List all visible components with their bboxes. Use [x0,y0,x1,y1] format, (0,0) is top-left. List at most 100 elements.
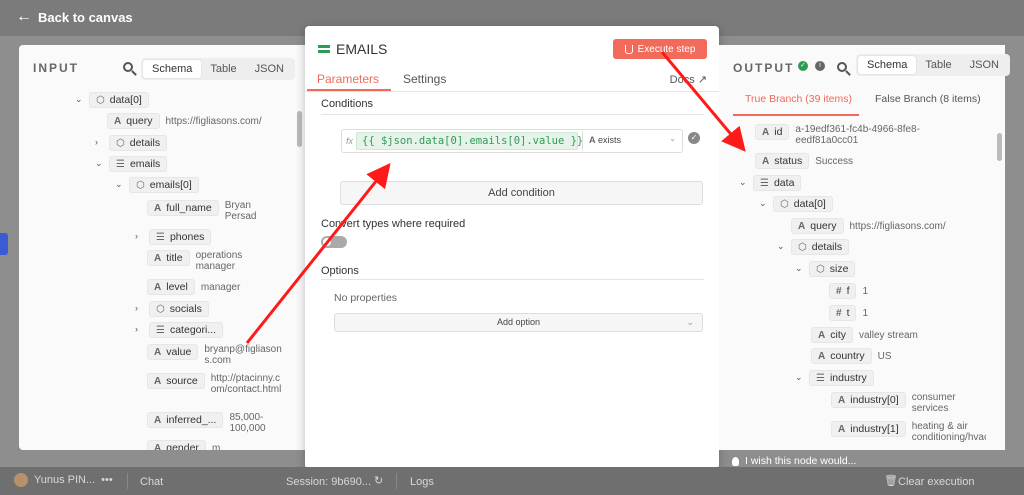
chevron-down-icon[interactable]: ⌄ [777,239,785,253]
tab-settings[interactable]: Settings [403,72,446,86]
string-type-icon: A [762,155,770,167]
string-type-icon: A [154,375,162,387]
add-option-select[interactable]: Add option ⌄ [334,313,703,332]
chevron-down-icon[interactable]: ⌄ [795,261,803,275]
tree-row-level: Alevel manager [147,279,240,295]
user-menu[interactable]: Yunus PIN... ••• [14,473,113,487]
input-scrollbar[interactable] [297,111,302,147]
list-icon: ☰ [816,372,825,384]
operator-select[interactable]: A exists ⌄ [582,131,682,151]
convert-types-label: Convert types where required [321,218,466,230]
expression-input[interactable]: {{ $json.data[0].emails[0].value }} [356,132,583,150]
string-type-icon: A [114,115,122,127]
chevron-down-icon[interactable]: ⌄ [759,196,767,210]
tree-row-status: Astatus Success [755,153,853,169]
search-icon[interactable] [837,62,847,72]
chevron-down-icon[interactable]: ⌄ [115,177,123,191]
refresh-icon[interactable]: ↻ [374,474,383,487]
object-icon: ⬡ [96,94,105,106]
trash-icon[interactable]: 🗑 [884,474,898,487]
object-icon: ⬡ [116,137,125,149]
docs-link[interactable]: Docs ↗ [670,73,707,86]
lightbulb-icon [732,456,739,466]
number-type-icon: # [836,307,842,319]
output-tab-json[interactable]: JSON [961,56,1008,74]
string-type-icon: A [154,252,162,264]
check-icon[interactable]: ✓ [688,132,700,144]
output-tab-table[interactable]: Table [916,56,960,74]
info-icon[interactable]: i [815,61,825,71]
tree-row-data[interactable]: ⌄ ☰ data [739,175,802,191]
object-icon: ⬡ [798,241,807,253]
modal-tabs: Parameters Settings Docs ↗ [305,68,719,92]
chevron-right-icon[interactable]: › [135,322,143,336]
more-icon[interactable]: ••• [101,474,113,486]
node-title: EMAILS [318,41,387,57]
tree-row-size[interactable]: ⌄ ⬡ size [795,261,856,277]
chevron-down-icon[interactable]: ⌄ [75,92,83,106]
tree-row-query: Aquery https://figliasons.com/ [107,113,262,129]
options-label: Options [321,265,359,277]
tree-row-value: Avalue bryanp@figliasons.com [147,344,282,366]
tree-row-industry[interactable]: ⌄ ☰ industry [795,370,874,386]
tree-row-title: Atitle operations manager [147,250,266,272]
divider [127,473,128,489]
output-scrollbar[interactable] [997,133,1002,161]
tab-false-branch[interactable]: False Branch (8 items) [875,93,981,105]
tree-row-categories[interactable]: › ☰ categori... [135,322,224,338]
string-type-icon: A [818,350,826,362]
tree-row-f: # f 1 [829,283,868,299]
chevron-down-icon[interactable]: ⌄ [739,175,747,189]
string-type-icon: A [818,329,826,341]
search-icon[interactable] [123,62,133,72]
string-type-icon: A [762,126,770,138]
chevron-right-icon[interactable]: › [135,301,143,315]
chevron-right-icon[interactable]: › [135,229,143,243]
logs-tab[interactable]: Logs [410,476,434,488]
clear-execution-button[interactable]: Clear execution [898,476,974,488]
chat-tab[interactable]: Chat [140,476,163,488]
input-tab-schema[interactable]: Schema [143,60,202,78]
node-title-label[interactable]: EMAILS [336,41,387,57]
tab-true-branch[interactable]: True Branch (39 items) [745,93,852,105]
list-icon: ☰ [760,177,769,189]
tree-row-details[interactable]: ⌄ ⬡ details [777,239,850,255]
chevron-right-icon[interactable]: › [95,135,103,149]
tree-row-emails0[interactable]: ⌄ ⬡ emails[0] [115,177,199,193]
output-tab-schema[interactable]: Schema [858,56,917,74]
chevron-down-icon[interactable]: ⌄ [95,156,103,170]
tree-row-details[interactable]: › ⬡ details [95,135,168,151]
tree-row-data0[interactable]: ⌄ ⬡ data[0] [759,196,833,212]
tree-row-full-name: Afull_name Bryan Persad [147,200,273,222]
list-icon: ☰ [116,158,125,170]
string-type-icon: A [154,202,162,214]
string-type-icon: A [154,281,162,293]
chevron-down-icon[interactable]: ⌄ [795,370,803,384]
tree-row-phones[interactable]: › ☰ phones [135,229,212,245]
divider [321,279,704,280]
tree-row-t: # t 1 [829,305,868,321]
tree-row-socials[interactable]: › ⬡ socials [135,301,209,317]
input-tab-table[interactable]: Table [201,60,245,78]
add-condition-button[interactable]: Add condition [340,181,703,205]
object-icon: ⬡ [816,263,825,275]
chevron-down-icon: ⌄ [686,317,694,327]
tree-row-data0[interactable]: ⌄ ⬡ data[0] [75,92,149,108]
input-view-switch: Schema Table JSON [141,58,295,80]
feedback-prompt[interactable]: I wish this node would... [732,455,856,467]
tree-row-city: Acity valley stream [811,327,918,343]
input-tab-json[interactable]: JSON [246,60,293,78]
string-type-icon: A [589,135,596,145]
active-branch-indicator [733,114,859,116]
tree-row-emails[interactable]: ⌄ ☰ emails [95,156,168,172]
flask-icon [624,44,633,54]
execute-step-button[interactable]: Execute step [613,39,707,59]
convert-types-toggle[interactable] [321,236,347,248]
tab-parameters[interactable]: Parameters [317,72,379,86]
tree-row-source: Asource http://ptacinny.com/contact.html [147,373,283,395]
no-properties-text: No properties [334,292,398,304]
operator-value: exists [598,135,622,145]
back-to-canvas-button[interactable]: ← Back to canvas [16,9,133,25]
object-icon: ⬡ [156,303,165,315]
chevron-down-icon: ⌄ [669,134,676,143]
